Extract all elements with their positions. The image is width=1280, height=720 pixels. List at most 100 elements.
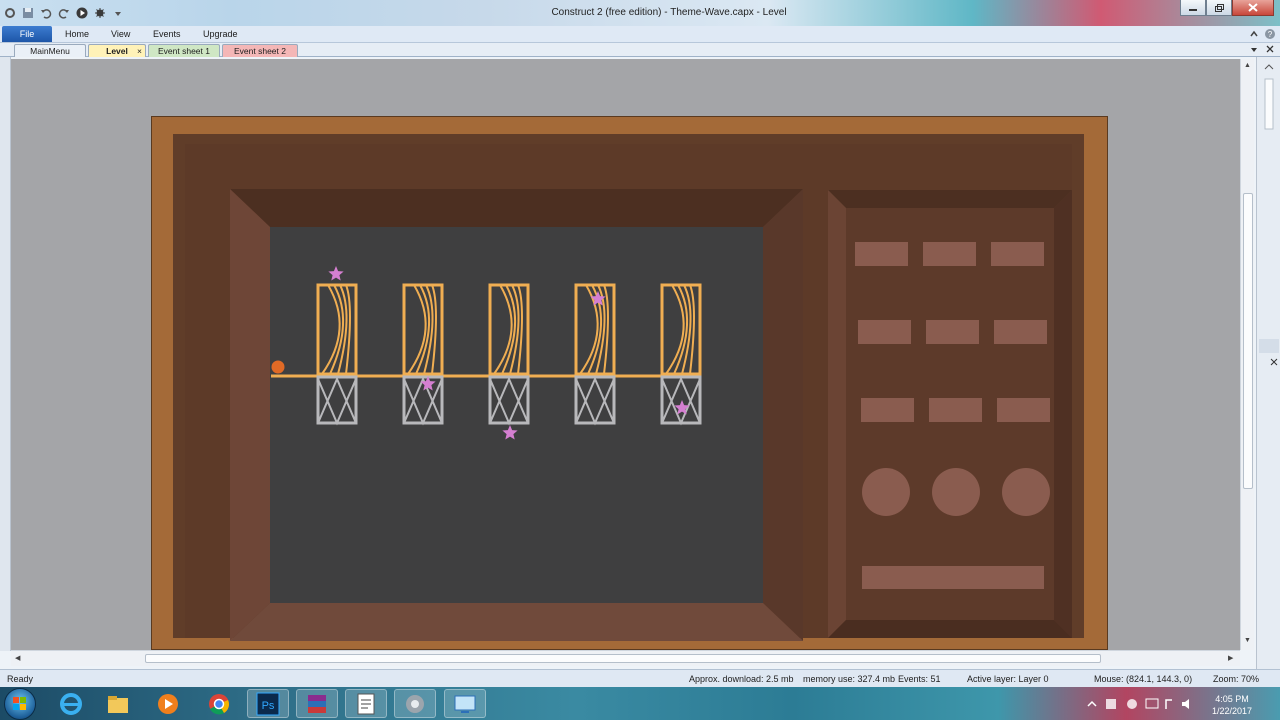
panel-up-icon[interactable]: [1264, 64, 1274, 70]
menu-view[interactable]: View: [111, 29, 130, 39]
layout-view[interactable]: [11, 59, 1240, 650]
taskbar-internet-explorer[interactable]: [50, 689, 92, 718]
panel-close-icon[interactable]: [1270, 358, 1278, 366]
taskbar-chrome[interactable]: [198, 689, 240, 718]
docked-panel-controls: [1259, 64, 1279, 366]
menu-home[interactable]: Home: [65, 29, 89, 39]
help-icon[interactable]: ?: [1264, 28, 1276, 40]
tab-label: MainMenu: [30, 46, 70, 56]
horizontal-scroll-thumb[interactable]: [145, 654, 1101, 663]
title-bar: Construct 2 (free edition) - Theme-Wave.…: [0, 0, 1280, 26]
scroll-up-icon[interactable]: ▲: [1244, 62, 1251, 69]
status-mouse: Mouse: (824.1, 144.3, 0): [1094, 674, 1193, 684]
panel-key-button: [997, 398, 1050, 422]
tab-list-controls: [1250, 44, 1274, 54]
panel-key-button: [926, 320, 979, 344]
horizontal-scrollbar[interactable]: ◀ ▶: [11, 650, 1240, 666]
start-button[interactable]: [4, 688, 36, 720]
minimize-button[interactable]: [1180, 0, 1206, 16]
taskbar-notepad[interactable]: [345, 689, 387, 718]
tab-label: Event sheet 1: [158, 46, 210, 56]
system-tray: 4:05 PM 1/22/2017: [1084, 687, 1280, 720]
panel-key-button: [861, 398, 914, 422]
status-ready: Ready: [7, 674, 34, 684]
ribbon-menu: File Home View Events Upgrade ?: [0, 26, 1280, 43]
window-title: Construct 2 (free edition) - Theme-Wave.…: [551, 7, 787, 18]
tab-close-icon[interactable]: ×: [137, 45, 142, 57]
bezel-left: [230, 189, 270, 641]
panel-key-button: [855, 242, 908, 266]
panel-scroll-thumb[interactable]: [1264, 78, 1274, 130]
game-screen-bezel: [230, 189, 803, 641]
menu-upgrade[interactable]: Upgrade: [203, 29, 238, 39]
panel-bezel-left: [828, 190, 846, 638]
monitor-icon[interactable]: [1145, 698, 1159, 708]
status-active-layer: Active layer: Layer 0: [967, 674, 1049, 684]
network-icon[interactable]: [1165, 698, 1172, 709]
layout-frame: [151, 116, 1108, 650]
folder-icon: [108, 695, 128, 713]
panel-key-button: [994, 320, 1047, 344]
clock-time: 4:05 PM: [1215, 694, 1249, 704]
panel-bezel-bottom: [828, 620, 1072, 638]
taskbar-media-player[interactable]: [147, 689, 189, 718]
scroll-down-icon[interactable]: ▼: [1244, 637, 1251, 644]
tab-label: Level: [106, 46, 128, 56]
tray-icons: [1087, 698, 1189, 709]
windows-logo-icon: [13, 697, 26, 710]
bezel-bottom: [230, 603, 803, 641]
svg-text:Ps: Ps: [262, 700, 275, 712]
taskbar: Ps 4:05 PM 1/22/2017: [0, 687, 1280, 720]
tab-list-dropdown-icon[interactable]: [1250, 44, 1258, 54]
close-icon: [1248, 3, 1258, 12]
taskbar-winrar[interactable]: [296, 689, 338, 718]
action-center-flag-icon[interactable]: [1106, 698, 1116, 709]
network-status-icon[interactable]: [1127, 698, 1137, 709]
file-menu-button[interactable]: File: [2, 26, 52, 42]
menu-events[interactable]: Events: [153, 29, 181, 39]
status-memory: memory use: 327.4 mb: [803, 674, 896, 684]
svg-text:?: ?: [1268, 30, 1273, 39]
close-button[interactable]: [1232, 0, 1274, 16]
panel-round-button: [862, 468, 910, 516]
panel-key-button: [923, 242, 976, 266]
ribbon-right-controls: ?: [1248, 28, 1276, 40]
volume-icon[interactable]: [1182, 698, 1189, 709]
photoshop-icon: Ps: [256, 692, 280, 715]
scroll-right-icon[interactable]: ▶: [1228, 654, 1233, 662]
winrar-icon: [308, 694, 326, 713]
panel-round-button: [932, 468, 980, 516]
bezel-top: [230, 189, 803, 227]
taskbar-file-explorer[interactable]: [97, 689, 139, 718]
vertical-scroll-thumb[interactable]: [1243, 193, 1253, 489]
panel-divider: [1259, 339, 1279, 353]
scroll-left-icon[interactable]: ◀: [15, 654, 20, 662]
tab-label: Event sheet 2: [234, 46, 286, 56]
left-panel-edge: [0, 57, 11, 651]
vertical-scrollbar[interactable]: ▲ ▼: [1240, 59, 1254, 650]
tab-mainmenu[interactable]: MainMenu: [14, 44, 86, 57]
taskbar-remote-desktop[interactable]: [444, 689, 486, 718]
game-screen: [270, 227, 763, 603]
bezel-right: [763, 189, 803, 641]
remote-desktop-icon: [454, 695, 476, 713]
close-document-icon[interactable]: [1266, 44, 1274, 54]
restore-button[interactable]: [1206, 0, 1232, 16]
system-clock[interactable]: 4:05 PM 1/22/2017: [1212, 693, 1252, 717]
clock-date: 1/22/2017: [1211, 706, 1252, 716]
taskbar-photoshop[interactable]: Ps: [247, 689, 289, 718]
ribbon-collapse-icon[interactable]: [1248, 28, 1260, 40]
status-zoom: Zoom: 70%: [1213, 674, 1260, 684]
minimize-icon: [1189, 8, 1197, 11]
show-hidden-icons-icon[interactable]: [1087, 700, 1097, 707]
panel-key-button: [929, 398, 982, 422]
tab-event-sheet-2[interactable]: Event sheet 2: [222, 44, 298, 57]
panel-key-button: [858, 320, 911, 344]
status-download: Approx. download: 2.5 mb: [689, 674, 794, 684]
tab-level[interactable]: Level ×: [88, 44, 146, 57]
window-controls: [1180, 0, 1274, 16]
document-tabs: MainMenu Level × Event sheet 1 Event shee…: [0, 43, 1280, 57]
tab-event-sheet-1[interactable]: Event sheet 1: [148, 44, 220, 57]
restore-icon: [1215, 3, 1224, 12]
taskbar-construct[interactable]: [394, 689, 436, 718]
